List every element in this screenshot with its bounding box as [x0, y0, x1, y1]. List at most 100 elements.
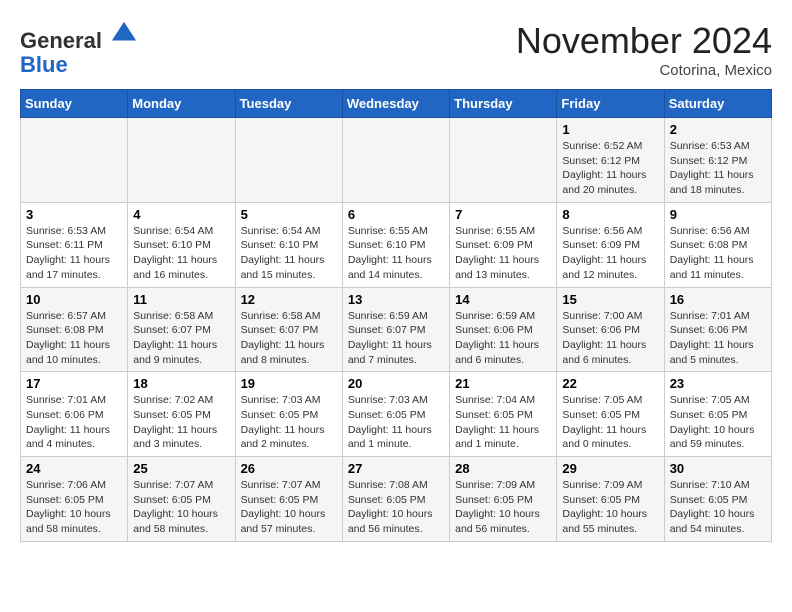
day-number: 26 — [241, 461, 337, 476]
day-info: Sunrise: 6:58 AM Sunset: 6:07 PM Dayligh… — [241, 309, 337, 368]
day-number: 5 — [241, 207, 337, 222]
day-info: Sunrise: 6:57 AM Sunset: 6:08 PM Dayligh… — [26, 309, 122, 368]
location: Cotorina, Mexico — [516, 62, 772, 79]
weekday-header-saturday: Saturday — [664, 90, 771, 118]
calendar-cell: 7 Sunrise: 6:55 AM Sunset: 6:09 PM Daylig… — [450, 202, 557, 287]
day-info: Sunrise: 6:52 AM Sunset: 6:12 PM Dayligh… — [562, 139, 658, 198]
calendar-cell: 15 Sunrise: 7:00 AM Sunset: 6:06 PM Dayli… — [557, 287, 664, 372]
day-info: Sunrise: 7:03 AM Sunset: 6:05 PM Dayligh… — [241, 393, 337, 452]
day-info: Sunrise: 7:08 AM Sunset: 6:05 PM Dayligh… — [348, 478, 444, 537]
calendar-cell: 22Sunrise: 7:05 AM Sunset: 6:05 PM Dayli… — [557, 372, 664, 457]
day-number: 22 — [562, 376, 658, 391]
day-number: 2 — [670, 122, 766, 137]
calendar-cell: 2 Sunrise: 6:53 AM Sunset: 6:12 PM Daylig… — [664, 118, 771, 203]
day-info: Sunrise: 7:09 AM Sunset: 6:05 PM Dayligh… — [562, 478, 658, 537]
calendar-cell: 10 Sunrise: 6:57 AM Sunset: 6:08 PM Dayli… — [21, 287, 128, 372]
calendar-cell: 29 Sunrise: 7:09 AM Sunset: 6:05 PM Dayli… — [557, 457, 664, 542]
calendar-cell — [21, 118, 128, 203]
day-info: Sunrise: 7:00 AM Sunset: 6:06 PM Dayligh… — [562, 309, 658, 368]
day-info: Sunrise: 6:59 AM Sunset: 6:06 PM Dayligh… — [455, 309, 551, 368]
calendar-cell: 19 Sunrise: 7:03 AM Sunset: 6:05 PM Dayli… — [235, 372, 342, 457]
day-number: 4 — [133, 207, 229, 222]
day-info: Sunrise: 6:53 AM Sunset: 6:12 PM Dayligh… — [670, 139, 766, 198]
calendar-cell — [450, 118, 557, 203]
day-info: Sunrise: 7:10 AM Sunset: 6:05 PM Dayligh… — [670, 478, 766, 537]
day-info: Sunrise: 6:58 AM Sunset: 6:07 PM Dayligh… — [133, 309, 229, 368]
day-number: 24 — [26, 461, 122, 476]
day-info: Sunrise: 6:56 AM Sunset: 6:09 PM Dayligh… — [562, 224, 658, 283]
calendar-cell: 14 Sunrise: 6:59 AM Sunset: 6:06 PM Dayli… — [450, 287, 557, 372]
day-number: 10 — [26, 292, 122, 307]
day-number: 7 — [455, 207, 551, 222]
day-number: 8 — [562, 207, 658, 222]
calendar-cell: 26 Sunrise: 7:07 AM Sunset: 6:05 PM Dayli… — [235, 457, 342, 542]
day-number: 25 — [133, 461, 229, 476]
day-number: 15 — [562, 292, 658, 307]
day-number: 14 — [455, 292, 551, 307]
calendar-cell — [235, 118, 342, 203]
weekday-header-wednesday: Wednesday — [342, 90, 449, 118]
calendar-cell: 28Sunrise: 7:09 AM Sunset: 6:05 PM Dayli… — [450, 457, 557, 542]
calendar-week-2: 3Sunrise: 6:53 AM Sunset: 6:11 PM Daylig… — [21, 202, 772, 287]
day-info: Sunrise: 6:54 AM Sunset: 6:10 PM Dayligh… — [133, 224, 229, 283]
day-info: Sunrise: 7:09 AM Sunset: 6:05 PM Dayligh… — [455, 478, 551, 537]
day-number: 9 — [670, 207, 766, 222]
calendar-cell: 21 Sunrise: 7:04 AM Sunset: 6:05 PM Dayli… — [450, 372, 557, 457]
day-info: Sunrise: 6:55 AM Sunset: 6:09 PM Dayligh… — [455, 224, 551, 283]
day-number: 12 — [241, 292, 337, 307]
day-info: Sunrise: 7:06 AM Sunset: 6:05 PM Dayligh… — [26, 478, 122, 537]
day-number: 20 — [348, 376, 444, 391]
logo-blue: Blue — [20, 52, 68, 77]
day-number: 3 — [26, 207, 122, 222]
calendar-cell — [342, 118, 449, 203]
calendar-cell: 24 Sunrise: 7:06 AM Sunset: 6:05 PM Dayli… — [21, 457, 128, 542]
day-info: Sunrise: 6:54 AM Sunset: 6:10 PM Dayligh… — [241, 224, 337, 283]
calendar-cell — [128, 118, 235, 203]
day-info: Sunrise: 7:01 AM Sunset: 6:06 PM Dayligh… — [670, 309, 766, 368]
day-info: Sunrise: 6:55 AM Sunset: 6:10 PM Dayligh… — [348, 224, 444, 283]
calendar-cell: 16 Sunrise: 7:01 AM Sunset: 6:06 PM Dayli… — [664, 287, 771, 372]
day-info: Sunrise: 7:05 AM Sunset: 6:05 PM Dayligh… — [670, 393, 766, 452]
day-number: 17 — [26, 376, 122, 391]
logo-icon — [110, 20, 138, 48]
day-number: 16 — [670, 292, 766, 307]
calendar-cell: 20 Sunrise: 7:03 AM Sunset: 6:05 PM Dayli… — [342, 372, 449, 457]
calendar-week-5: 24 Sunrise: 7:06 AM Sunset: 6:05 PM Dayli… — [21, 457, 772, 542]
calendar-week-1: 1 Sunrise: 6:52 AM Sunset: 6:12 PM Daylig… — [21, 118, 772, 203]
day-info: Sunrise: 6:56 AM Sunset: 6:08 PM Dayligh… — [670, 224, 766, 283]
day-number: 29 — [562, 461, 658, 476]
calendar-cell: 3Sunrise: 6:53 AM Sunset: 6:11 PM Daylig… — [21, 202, 128, 287]
day-number: 1 — [562, 122, 658, 137]
calendar-cell: 23Sunrise: 7:05 AM Sunset: 6:05 PM Dayli… — [664, 372, 771, 457]
day-info: Sunrise: 7:07 AM Sunset: 6:05 PM Dayligh… — [241, 478, 337, 537]
calendar-cell: 30Sunrise: 7:10 AM Sunset: 6:05 PM Dayli… — [664, 457, 771, 542]
weekday-header-sunday: Sunday — [21, 90, 128, 118]
calendar-cell: 25Sunrise: 7:07 AM Sunset: 6:05 PM Dayli… — [128, 457, 235, 542]
calendar-cell: 12 Sunrise: 6:58 AM Sunset: 6:07 PM Dayli… — [235, 287, 342, 372]
weekday-header-monday: Monday — [128, 90, 235, 118]
day-number: 21 — [455, 376, 551, 391]
day-info: Sunrise: 7:02 AM Sunset: 6:05 PM Dayligh… — [133, 393, 229, 452]
day-number: 6 — [348, 207, 444, 222]
calendar-cell: 1 Sunrise: 6:52 AM Sunset: 6:12 PM Daylig… — [557, 118, 664, 203]
day-number: 13 — [348, 292, 444, 307]
weekday-header-friday: Friday — [557, 90, 664, 118]
title-block: November 2024 Cotorina, Mexico — [516, 20, 772, 79]
day-number: 19 — [241, 376, 337, 391]
day-info: Sunrise: 7:03 AM Sunset: 6:05 PM Dayligh… — [348, 393, 444, 452]
weekday-header-thursday: Thursday — [450, 90, 557, 118]
calendar-body: 1 Sunrise: 6:52 AM Sunset: 6:12 PM Daylig… — [21, 118, 772, 542]
day-info: Sunrise: 6:59 AM Sunset: 6:07 PM Dayligh… — [348, 309, 444, 368]
day-number: 27 — [348, 461, 444, 476]
calendar-cell: 11Sunrise: 6:58 AM Sunset: 6:07 PM Dayli… — [128, 287, 235, 372]
calendar-cell: 5 Sunrise: 6:54 AM Sunset: 6:10 PM Daylig… — [235, 202, 342, 287]
calendar-cell: 13 Sunrise: 6:59 AM Sunset: 6:07 PM Dayli… — [342, 287, 449, 372]
calendar-cell: 27 Sunrise: 7:08 AM Sunset: 6:05 PM Dayli… — [342, 457, 449, 542]
day-info: Sunrise: 7:01 AM Sunset: 6:06 PM Dayligh… — [26, 393, 122, 452]
calendar-cell: 9 Sunrise: 6:56 AM Sunset: 6:08 PM Daylig… — [664, 202, 771, 287]
day-info: Sunrise: 7:04 AM Sunset: 6:05 PM Dayligh… — [455, 393, 551, 452]
calendar-cell: 8 Sunrise: 6:56 AM Sunset: 6:09 PM Daylig… — [557, 202, 664, 287]
logo: General Blue — [20, 20, 138, 77]
calendar-week-4: 17 Sunrise: 7:01 AM Sunset: 6:06 PM Dayli… — [21, 372, 772, 457]
calendar-cell: 18Sunrise: 7:02 AM Sunset: 6:05 PM Dayli… — [128, 372, 235, 457]
